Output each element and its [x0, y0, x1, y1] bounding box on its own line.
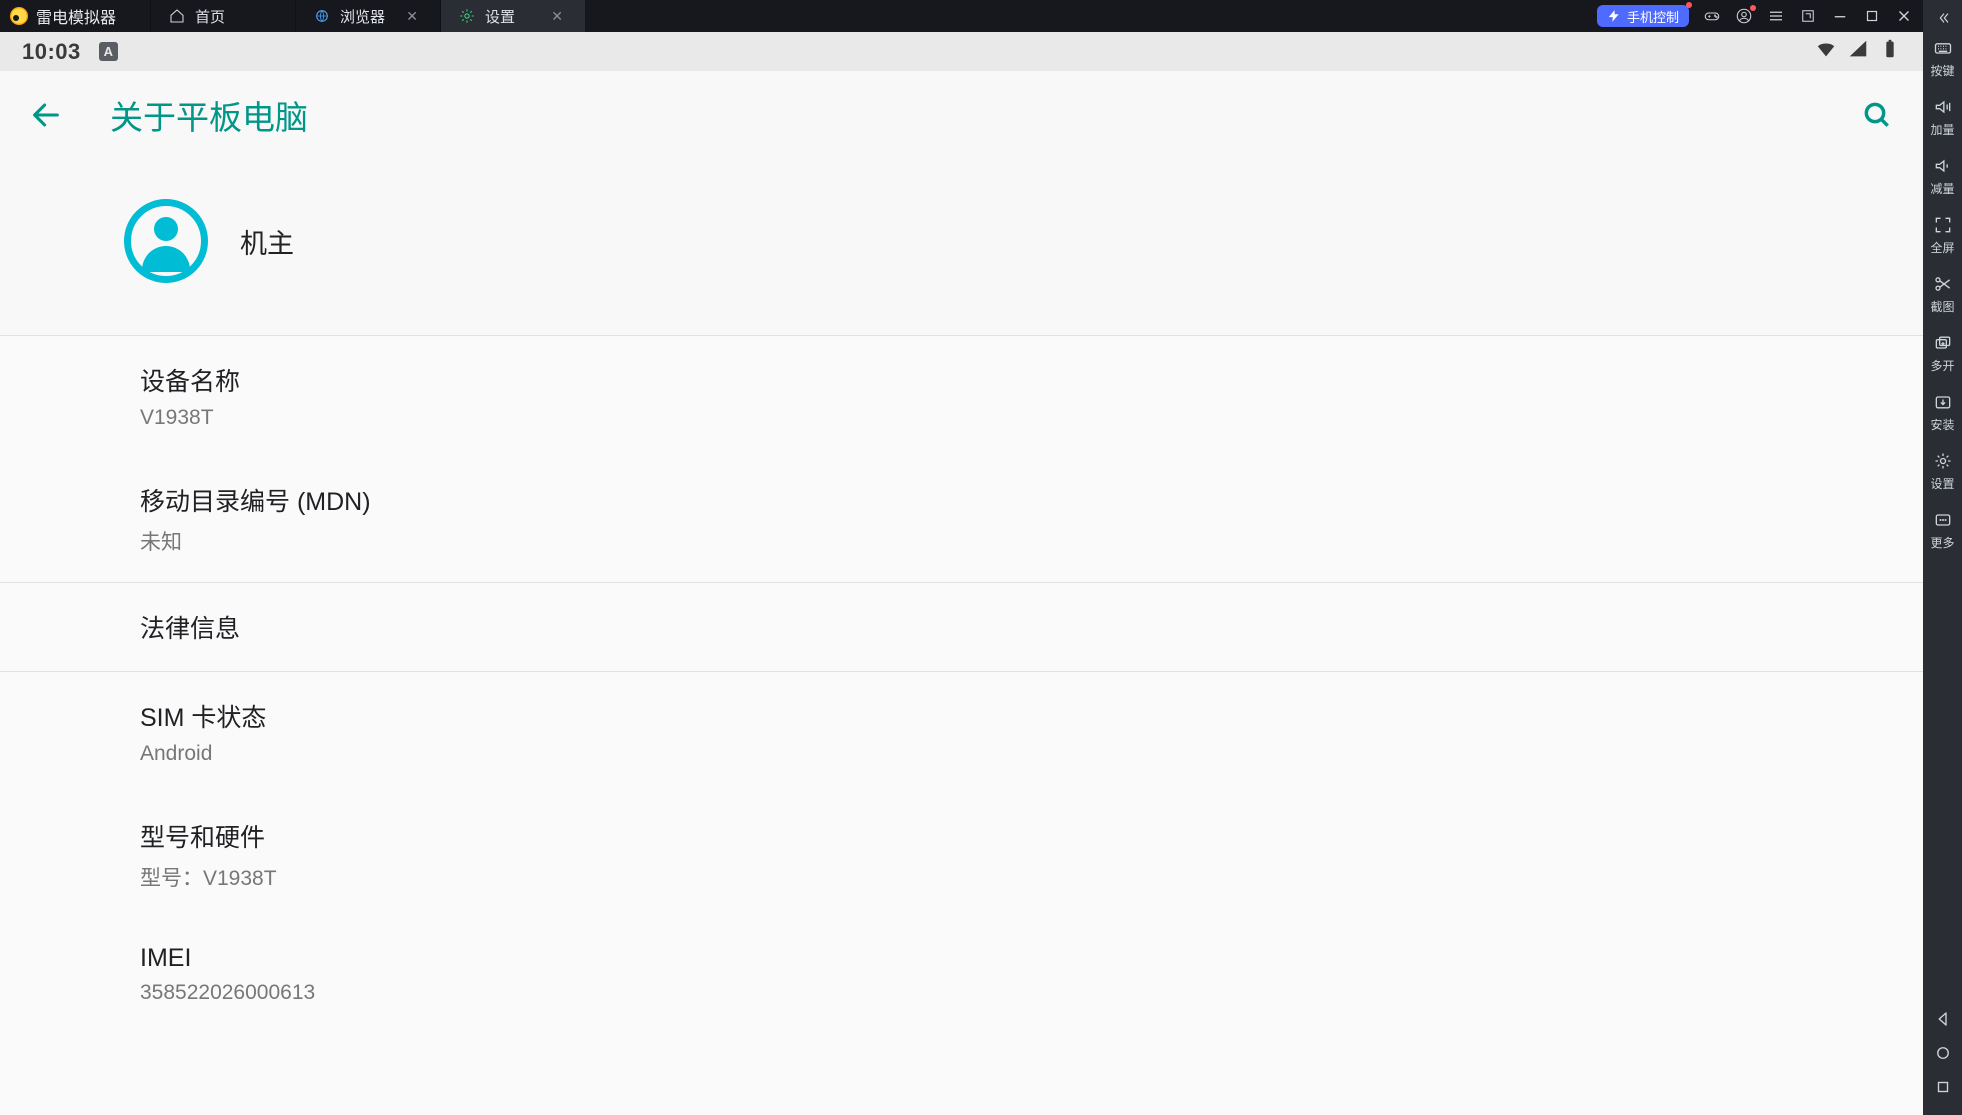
app-logo-icon: [10, 7, 28, 25]
sidebar-item-label: 多开: [1930, 357, 1954, 374]
menu-icon[interactable]: [1767, 7, 1785, 25]
sidebar-item-volume-down[interactable]: 减量: [1923, 148, 1962, 207]
notification-dot-icon: [1750, 5, 1756, 11]
sidebar-item-volume-up[interactable]: 加量: [1923, 89, 1962, 148]
maximize-icon[interactable]: [1863, 7, 1881, 25]
app-name: 雷电模拟器: [36, 4, 116, 28]
android-nav-buttons: [1923, 1009, 1962, 1115]
volume-down-icon: [1933, 156, 1953, 176]
sidebar-item-label: 全屏: [1930, 239, 1954, 256]
gear-icon: [1933, 451, 1953, 471]
search-button[interactable]: [1859, 97, 1895, 133]
android-screen: 10:03 A 关于平板电脑 机主 设备名称 V1938T 移动目录编号 (MDN)…: [0, 32, 1923, 1115]
row-title: SIM 卡状态: [140, 698, 1895, 734]
tab-label: 浏览器: [340, 6, 385, 27]
sidebar-item-label: 截图: [1930, 298, 1954, 315]
sidebar-item-label: 设置: [1930, 475, 1954, 492]
tab-home[interactable]: 首页: [150, 0, 295, 32]
sidebar-item-keymap[interactable]: 按键: [1923, 30, 1962, 89]
row-title: 法律信息: [140, 609, 1895, 645]
keyboard-icon: [1933, 38, 1953, 58]
avatar-icon: [124, 199, 208, 283]
row-title: 移动目录编号 (MDN): [140, 482, 1895, 518]
more-icon: [1933, 510, 1953, 530]
minimize-icon[interactable]: [1831, 7, 1849, 25]
row-title: IMEI: [140, 944, 1895, 973]
emulator-titlebar: 雷电模拟器 首页 浏览器 ✕ 设置 ✕ 手机控制: [0, 0, 1923, 32]
multi-instance-icon: [1933, 333, 1953, 353]
sidebar-item-fullscreen[interactable]: 全屏: [1923, 207, 1962, 266]
install-icon: [1933, 392, 1953, 412]
status-right-icons: [1815, 38, 1901, 65]
tab-close-icon[interactable]: ✕: [547, 7, 567, 25]
status-badge: A: [99, 42, 118, 61]
profile-header[interactable]: 机主: [0, 159, 1923, 336]
nav-home-icon[interactable]: [1933, 1043, 1953, 1063]
tab-label: 设置: [485, 6, 515, 27]
status-clock: 10:03: [22, 39, 81, 65]
globe-icon: [314, 8, 330, 24]
back-button[interactable]: [28, 97, 64, 133]
settings-row[interactable]: SIM 卡状态 Android: [0, 672, 1923, 792]
settings-icon: [459, 8, 475, 24]
volume-up-icon: [1933, 97, 1953, 117]
phone-control-label: 手机控制: [1627, 7, 1679, 26]
wifi-icon: [1815, 38, 1837, 65]
nav-recent-icon[interactable]: [1933, 1077, 1953, 1097]
sidebar-item-more[interactable]: 更多: [1923, 502, 1962, 561]
close-icon[interactable]: [1895, 7, 1913, 25]
sidebar-item-label: 安装: [1930, 416, 1954, 433]
page-title: 关于平板电脑: [110, 91, 308, 139]
titlebar-right: 手机控制: [1591, 0, 1923, 32]
settings-row[interactable]: IMEI 358522026000613: [0, 918, 1923, 1031]
row-subtitle: 未知: [140, 526, 1895, 556]
tab-browser[interactable]: 浏览器 ✕: [295, 0, 440, 32]
row-subtitle: 358522026000613: [140, 981, 1895, 1005]
settings-row[interactable]: 设备名称 V1938T: [0, 336, 1923, 456]
tab-close-icon[interactable]: ✕: [402, 7, 422, 25]
sidebar-item-multi[interactable]: 多开: [1923, 325, 1962, 384]
sidebar-item-screenshot[interactable]: 截图: [1923, 266, 1962, 325]
settings-row[interactable]: 型号和硬件型号：V1938T: [0, 792, 1923, 918]
scissors-icon: [1933, 274, 1953, 294]
sidebar-item-label: 加量: [1930, 121, 1954, 138]
notification-dot-icon: [1686, 2, 1692, 8]
sidebar-collapse-icon[interactable]: [1923, 6, 1962, 30]
phone-control-button[interactable]: 手机控制: [1597, 5, 1689, 27]
account-icon[interactable]: [1735, 7, 1753, 25]
row-subtitle: V1938T: [140, 406, 1895, 430]
settings-row[interactable]: 移动目录编号 (MDN) 未知: [0, 456, 1923, 583]
row-subtitle: 型号：V1938T: [140, 862, 1895, 892]
sidebar-item-label: 按键: [1930, 62, 1954, 79]
app-brand: 雷电模拟器: [0, 0, 150, 32]
gamepad-icon[interactable]: [1703, 7, 1721, 25]
tab-settings[interactable]: 设置 ✕: [440, 0, 585, 32]
owner-label: 机主: [240, 222, 294, 261]
android-status-bar[interactable]: 10:03 A: [0, 32, 1923, 71]
pop-out-icon[interactable]: [1799, 7, 1817, 25]
row-title: 型号和硬件: [140, 818, 1895, 854]
tab-label: 首页: [195, 6, 225, 27]
row-title: 设备名称: [140, 362, 1895, 398]
sidebar-item-settings[interactable]: 设置: [1923, 443, 1962, 502]
settings-row[interactable]: 法律信息: [0, 583, 1923, 672]
fullscreen-icon: [1933, 215, 1953, 235]
nav-back-icon[interactable]: [1933, 1009, 1953, 1029]
settings-app-bar: 关于平板电脑: [0, 71, 1923, 159]
sidebar-item-label: 减量: [1930, 180, 1954, 197]
settings-list[interactable]: 设备名称 V1938T 移动目录编号 (MDN) 未知法律信息 SIM 卡状态 Andro…: [0, 336, 1923, 1115]
signal-icon: [1847, 38, 1869, 65]
sidebar-item-install[interactable]: 安装: [1923, 384, 1962, 443]
row-subtitle: Android: [140, 742, 1895, 766]
sidebar-item-label: 更多: [1930, 534, 1954, 551]
battery-icon: [1879, 38, 1901, 65]
home-icon: [169, 8, 185, 24]
emulator-sidebar: 按键 加量 减量 全屏 截图 多开 安装 设置 更多: [1923, 0, 1962, 1115]
